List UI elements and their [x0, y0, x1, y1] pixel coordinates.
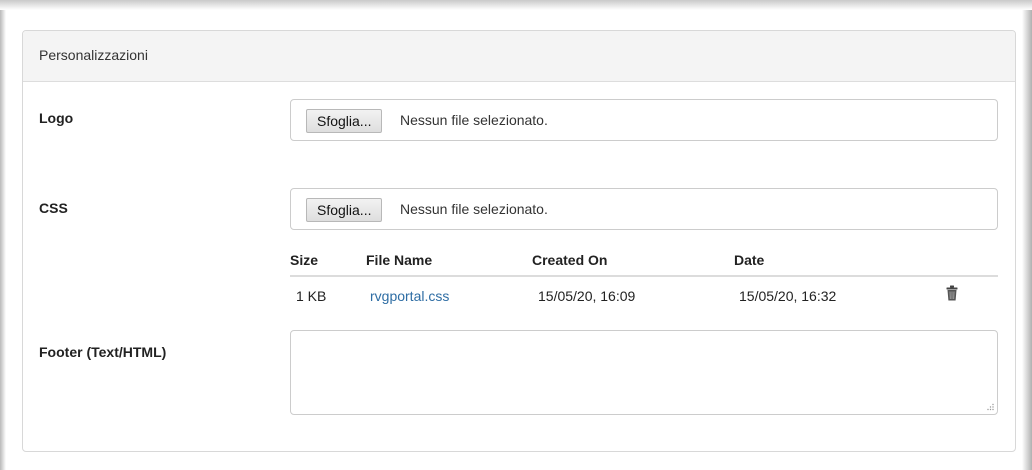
logo-file-status: Nessun file selezionato.	[400, 112, 548, 128]
logo-label: Logo	[39, 110, 74, 126]
css-file-status: Nessun file selezionato.	[400, 201, 548, 217]
date-cell: 15/05/20, 16:32	[739, 288, 837, 304]
logo-file-input[interactable]: Sfoglia... Nessun file selezionato.	[290, 99, 998, 141]
column-header-date: Date	[734, 252, 765, 268]
created-on-cell: 15/05/20, 16:09	[538, 288, 636, 304]
frame-shadow	[1022, 10, 1032, 470]
frame-shadow	[0, 0, 1032, 10]
css-browse-button[interactable]: Sfoglia...	[306, 198, 383, 222]
trash-icon[interactable]	[946, 285, 958, 301]
customizations-panel: Personalizzazioni Logo Sfoglia... Nessun…	[22, 30, 1016, 452]
file-name-link[interactable]: rvgportal.css	[370, 288, 449, 304]
footer-textarea[interactable]	[290, 330, 998, 415]
logo-browse-button[interactable]: Sfoglia...	[306, 109, 383, 133]
column-header-size: Size	[290, 252, 319, 268]
panel-title: Personalizzazioni	[23, 31, 1015, 82]
page-frame: Personalizzazioni Logo Sfoglia... Nessun…	[0, 0, 1032, 470]
column-header-file-name: File Name	[366, 252, 433, 268]
column-header-created-on: Created On	[532, 252, 608, 268]
css-file-input[interactable]: Sfoglia... Nessun file selezionato.	[290, 188, 998, 230]
frame-shadow	[0, 10, 6, 470]
resize-grip-icon[interactable]	[986, 403, 994, 411]
table-header-divider	[290, 275, 998, 277]
footer-label: Footer (Text/HTML)	[39, 344, 167, 360]
css-label: CSS	[39, 200, 68, 216]
file-size-cell: 1 KB	[296, 288, 327, 304]
